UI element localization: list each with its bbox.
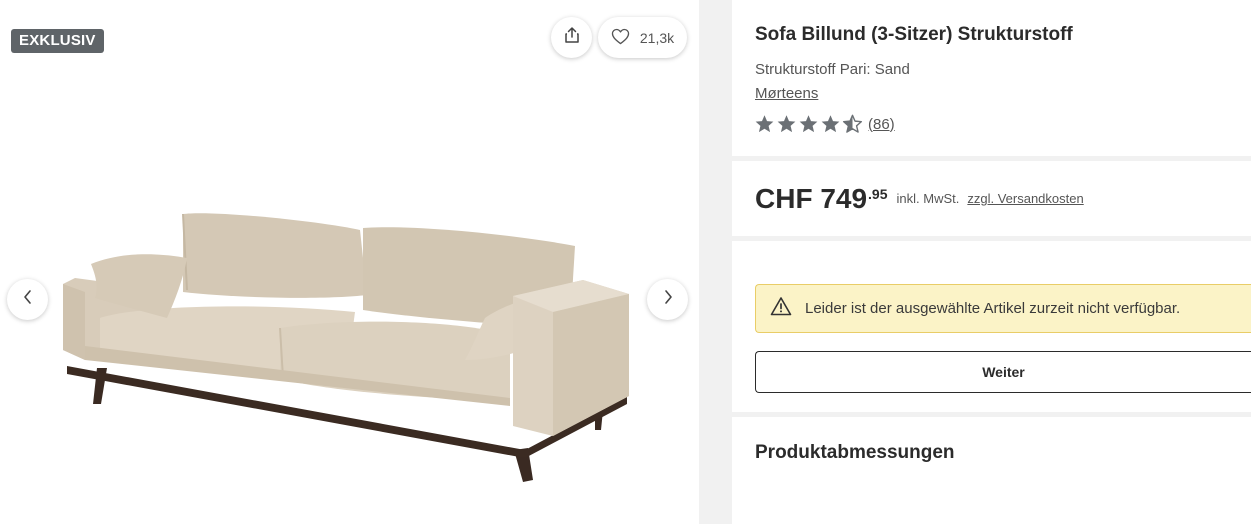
dimensions-title[interactable]: Produktabmessungen xyxy=(755,442,955,464)
star-icon xyxy=(798,114,819,134)
favorites-count: 21,3k xyxy=(639,29,675,46)
share-icon xyxy=(563,26,581,49)
half-star-icon xyxy=(842,114,863,134)
product-variant: Strukturstoff Pari: Sand xyxy=(755,61,910,78)
share-button[interactable] xyxy=(551,17,592,58)
tax-note: inkl. MwSt. xyxy=(896,191,960,206)
price-cents: .95 xyxy=(868,186,888,202)
gallery-prev-button[interactable] xyxy=(7,279,48,320)
rating[interactable]: (86) xyxy=(754,114,895,134)
shipping-costs-link[interactable]: zzgl. Versandkosten xyxy=(967,191,1083,206)
product-title: Sofa Billund (3-Sitzer) Strukturstoff xyxy=(755,24,1073,45)
gallery-next-button[interactable] xyxy=(647,279,688,320)
heart-icon xyxy=(611,28,630,48)
price-row: CHF 749 .95 inkl. MwSt. zzgl. Versandkos… xyxy=(755,181,1084,217)
dimensions-card: Produktabmessungen xyxy=(732,417,1251,524)
price-card: CHF 749 .95 inkl. MwSt. zzgl. Versandkos… xyxy=(732,161,1251,236)
product-image xyxy=(63,213,629,482)
unavailable-alert: Leider ist der ausgewählte Artikel zurze… xyxy=(755,284,1251,333)
price-main: CHF 749 xyxy=(755,183,868,214)
unavailable-message: Leider ist der ausgewählte Artikel zurze… xyxy=(805,300,1181,317)
star-icon xyxy=(820,114,841,134)
brand-link[interactable]: Mørteens xyxy=(755,85,818,102)
favorite-button[interactable]: 21,3k xyxy=(598,17,687,58)
exclusive-badge: EXKLUSIV xyxy=(11,29,104,53)
warning-icon xyxy=(770,296,792,321)
weiter-button[interactable]: Weiter xyxy=(755,351,1251,393)
product-gallery: EXKLUSIV 21,3k xyxy=(0,0,699,524)
availability-card: Leider ist der ausgewählte Artikel zurze… xyxy=(732,241,1251,412)
star-icon xyxy=(754,114,775,134)
product-info-card: Sofa Billund (3-Sitzer) Strukturstoff St… xyxy=(732,0,1251,156)
review-count-link[interactable]: (86) xyxy=(868,116,895,133)
chevron-right-icon xyxy=(662,289,674,310)
chevron-left-icon xyxy=(22,289,34,310)
star-icon xyxy=(776,114,797,134)
